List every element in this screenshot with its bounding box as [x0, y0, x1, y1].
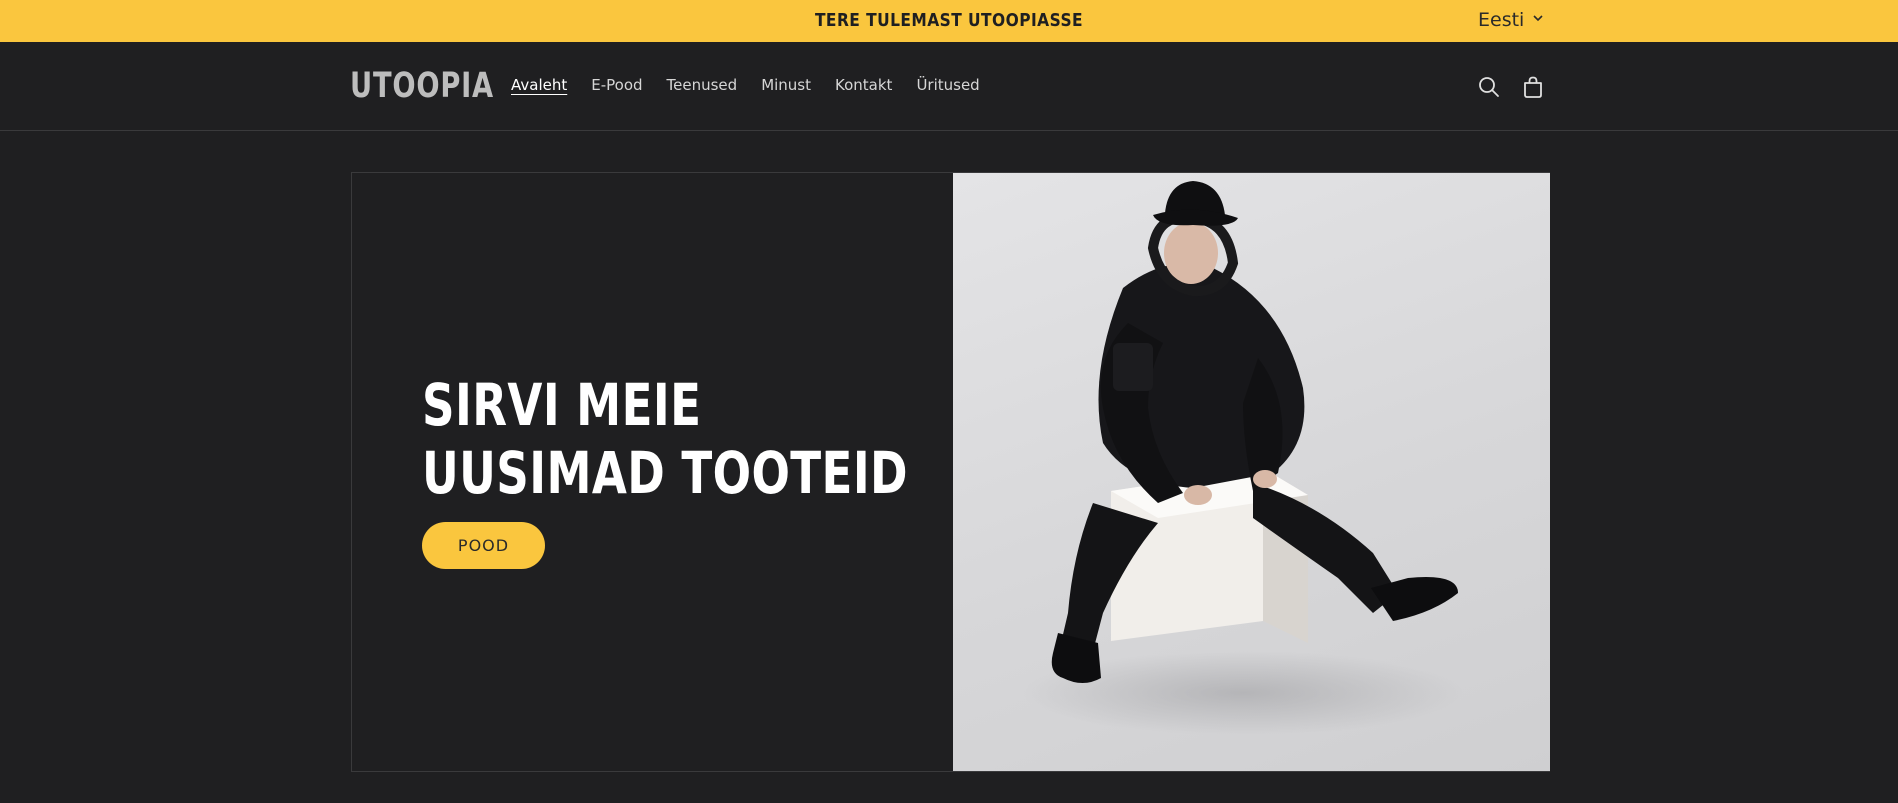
hero-content: SIRVI MEIE UUSIMAD TOOTEID POOD [352, 173, 953, 771]
hero-heading-line-1: SIRVI MEIE [422, 371, 702, 439]
nav-item-avaleht[interactable]: Avaleht [511, 76, 567, 94]
hero-image [953, 173, 1550, 771]
cart-icon[interactable] [1520, 74, 1546, 100]
announcement-bar: TERE TULEMAST UTOOPIASSE Eesti [0, 0, 1898, 42]
hero-heading-line-2: UUSIMAD TOOTEID [422, 439, 909, 507]
language-label: Eesti [1478, 9, 1525, 31]
hero-banner: SIRVI MEIE UUSIMAD TOOTEID POOD [351, 172, 1550, 772]
search-icon[interactable] [1476, 74, 1502, 100]
nav-item-uritused[interactable]: Üritused [916, 76, 979, 94]
nav-item-teenused[interactable]: Teenused [667, 76, 738, 94]
nav-item-e-pood[interactable]: E-Pood [591, 76, 642, 94]
nav-item-minust[interactable]: Minust [761, 76, 811, 94]
main-nav: Avaleht E-Pood Teenused Minust Kontakt Ü… [511, 76, 1004, 94]
nav-item-kontakt[interactable]: Kontakt [835, 76, 892, 94]
hero-heading: SIRVI MEIE UUSIMAD TOOTEID [422, 371, 908, 507]
site-header: UTOOPIA Avaleht E-Pood Teenused Minust K… [0, 42, 1898, 131]
chevron-down-icon [1532, 11, 1544, 29]
shop-button[interactable]: POOD [422, 522, 545, 569]
language-selector[interactable]: Eesti [1478, 8, 1544, 32]
site-logo[interactable]: UTOOPIA [350, 66, 494, 106]
